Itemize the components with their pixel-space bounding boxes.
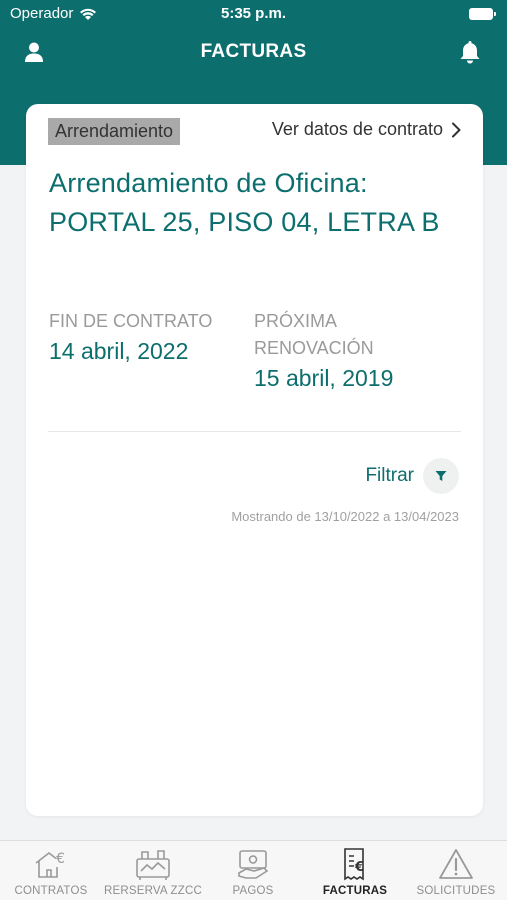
view-contract-label: Ver datos de contrato bbox=[271, 119, 443, 139]
tab-label: RERSERVA ZZCC bbox=[103, 885, 203, 897]
svg-text:€: € bbox=[56, 851, 65, 867]
filter-icon bbox=[435, 471, 447, 481]
bell-icon[interactable] bbox=[457, 39, 483, 65]
contract-title: Arrendamiento de Oficina: PORTAL 25, PIS… bbox=[49, 168, 440, 237]
end-date-value: 14 abril, 2022 bbox=[49, 338, 189, 364]
tab-label: SOLICITUDES bbox=[416, 885, 496, 897]
status-time: 5:35 p.m. bbox=[220, 5, 287, 22]
payment-icon bbox=[238, 850, 269, 879]
invoice-icon: € bbox=[344, 848, 364, 881]
status-bar: Operador 5:35 p.m. bbox=[0, 0, 507, 28]
battery-icon bbox=[469, 8, 496, 20]
tab-label: FACTURAS bbox=[322, 885, 388, 897]
renewal-date-value: 15 abril, 2019 bbox=[254, 365, 394, 391]
end-date-label: FIN DE CONTRATO bbox=[49, 311, 213, 331]
tab-solicitudes[interactable]: SOLICITUDES bbox=[406, 847, 506, 900]
tab-reserva[interactable]: RERSERVA ZZCC bbox=[103, 847, 203, 900]
chevron-right-icon bbox=[452, 122, 461, 137]
tab-label: PAGOS bbox=[232, 885, 274, 897]
tab-bar: € CONTRATOS RERSERVA ZZCC PAGOS € FACTUR… bbox=[0, 840, 507, 900]
tab-label: CONTRATOS bbox=[14, 885, 88, 897]
end-date-block: FIN DE CONTRATO 14 abril, 2022 bbox=[49, 308, 239, 366]
contract-type-chip: Arrendamiento bbox=[48, 118, 181, 145]
date-range-text: Mostrando de 13/10/2022 a 13/04/2023 bbox=[231, 509, 459, 524]
tab-contratos[interactable]: € CONTRATOS bbox=[1, 847, 101, 900]
navbar: FACTURAS bbox=[0, 30, 507, 76]
filter-icon-button[interactable] bbox=[423, 458, 459, 494]
filter-label: Filtrar bbox=[365, 465, 414, 486]
renewal-date-block: PRÓXIMA RENOVACIÓN 15 abril, 2019 bbox=[254, 308, 454, 393]
tab-pagos[interactable]: PAGOS bbox=[203, 847, 303, 900]
svg-text:€: € bbox=[354, 860, 364, 875]
contract-card: Arrendamiento Ver datos de contrato Arre… bbox=[26, 104, 483, 816]
filter-button[interactable]: Filtrar bbox=[365, 458, 459, 494]
renewal-date-label: PRÓXIMA RENOVACIÓN bbox=[254, 311, 374, 358]
page-title: FACTURAS bbox=[200, 41, 307, 62]
divider bbox=[48, 431, 461, 432]
warning-icon bbox=[439, 849, 473, 879]
house-euro-icon: € bbox=[35, 851, 65, 878]
facilities-icon bbox=[136, 850, 170, 880]
tab-facturas[interactable]: € FACTURAS bbox=[305, 847, 405, 900]
view-contract-link[interactable]: Ver datos de contrato bbox=[272, 119, 461, 140]
